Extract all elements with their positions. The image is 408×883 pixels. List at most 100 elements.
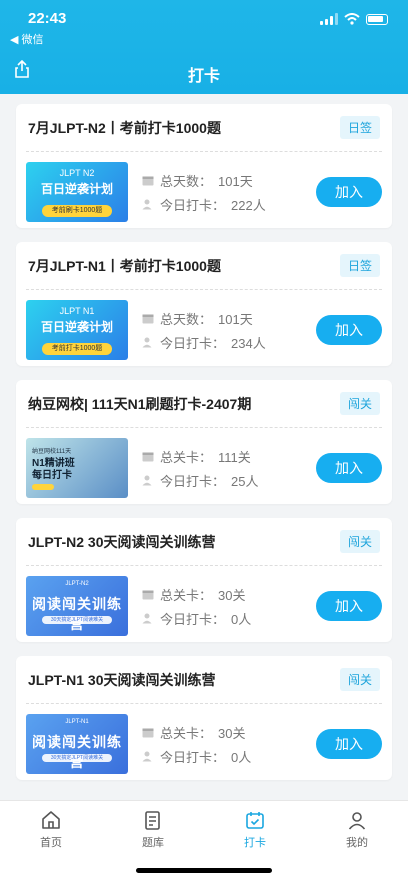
stat-label: 总天数： [160,311,213,327]
card-thumbnail: JLPT N1 百日逆袭计划 考前打卡1000题 [26,300,128,360]
stat-label: 总关卡： [160,725,213,741]
thumb-headline: 阅读闯关训练营 [32,734,122,770]
card-thumbnail: 纳豆网校111天 N1精讲班 每日打卡 [26,438,128,498]
users-icon [142,613,152,623]
checkin-card[interactable]: JLPT-N2 30天阅读闯关训练营 闯关 JLPT-N2 阅读闯关训练营 30… [16,518,392,642]
today-stat: 今日打卡： 222人 [142,192,316,216]
calendar-icon [142,314,154,323]
join-button[interactable]: 加入 [316,729,382,759]
card-type-tag: 闯关 [339,668,380,691]
stat-label: 总关卡： [160,449,213,465]
stat-value: 101天 [218,311,253,327]
thumb-label: JLPT-N1 [65,719,89,725]
tab-home[interactable]: 首页 [0,801,102,883]
home-icon [42,811,60,829]
thumb-label: JLPT N2 [59,168,95,178]
wifi-icon [344,13,360,25]
total-stat: 总关卡： 30关 [142,582,316,606]
stat-label: 今日打卡： [160,611,226,627]
card-type-tag: 闯关 [339,392,380,415]
tab-label: 打卡 [244,837,266,849]
system-status-icons [320,13,388,25]
card-title: 7月JLPT-N2丨考前打卡1000题 [28,119,221,136]
card-thumbnail: JLPT N2 百日逆袭计划 考前刷卡1000题 [26,162,128,222]
stat-label: 今日打卡： [160,197,226,213]
stat-value: 234人 [231,335,266,351]
thumb-headline-line1: N1精讲班 [32,458,75,469]
thumb-headline: 阅读闯关训练营 [32,596,122,632]
stat-value: 222人 [231,197,266,213]
users-icon [142,337,152,347]
users-icon [142,199,152,209]
checkin-card[interactable]: 7月JLPT-N1丨考前打卡1000题 日签 JLPT N1 百日逆袭计划 考前… [16,242,392,366]
card-thumbnail: JLPT-N1 阅读闯关训练营 30天搞定JLPT阅读难关 [26,714,128,774]
today-stat: 今日打卡： 0人 [142,606,316,630]
thumb-pill: 考前打卡1000题 [42,343,112,355]
home-indicator [136,868,272,873]
tab-label: 我的 [346,837,368,849]
status-time: 22:43 [28,10,67,27]
stat-label: 总天数： [160,173,213,189]
card-title: 7月JLPT-N1丨考前打卡1000题 [28,257,221,274]
stat-value: 101天 [218,173,253,189]
thumb-headline: 百日逆袭计划 [40,182,113,196]
thumb-pill [32,484,54,490]
total-stat: 总关卡： 111关 [142,444,316,468]
calendar-icon [142,728,154,737]
total-stat: 总天数： 101天 [142,168,316,192]
signal-icon [320,13,338,25]
join-button[interactable]: 加入 [316,177,382,207]
total-stat: 总天数： 101天 [142,306,316,330]
card-type-tag: 闯关 [339,530,380,553]
stat-value: 25人 [231,473,259,489]
profile-icon [348,812,366,830]
today-stat: 今日打卡： 234人 [142,330,316,354]
stat-value: 30关 [218,725,246,741]
card-thumbnail: JLPT-N2 阅读闯关训练营 30天搞定JLPT阅读难关 [26,576,128,636]
card-type-tag: 日签 [339,254,380,277]
today-stat: 今日打卡： 0人 [142,744,316,768]
stat-value: 111关 [218,449,251,465]
checkin-list: 7月JLPT-N2丨考前打卡1000题 日签 JLPT N2 百日逆袭计划 考前… [16,104,392,794]
users-icon [142,475,152,485]
stat-value: 0人 [231,611,252,627]
tab-profile[interactable]: 我的 [306,801,408,883]
stat-value: 30关 [218,587,246,603]
total-stat: 总关卡： 30关 [142,720,316,744]
checkin-card[interactable]: 7月JLPT-N2丨考前打卡1000题 日签 JLPT N2 百日逆袭计划 考前… [16,104,392,228]
thumb-label: JLPT N1 [59,306,95,316]
thumb-headline-line2: 每日打卡 [32,470,72,481]
checkin-card[interactable]: JLPT-N1 30天阅读闯关训练营 闯关 JLPT-N1 阅读闯关训练营 30… [16,656,392,780]
back-to-wechat-link[interactable]: ◀ 微信 [10,31,44,47]
card-title: JLPT-N2 30天阅读闯关训练营 [28,533,216,550]
join-button[interactable]: 加入 [316,315,382,345]
today-stat: 今日打卡： 25人 [142,468,316,492]
battery-icon [366,13,388,25]
page-title: 打卡 [187,68,220,85]
thumb-label: 纳豆网校111天 [32,449,72,455]
thumb-subtitle: 30天搞定JLPT阅读难关 [42,754,112,762]
thumb-label: JLPT-N2 [65,581,89,587]
thumb-headline: 百日逆袭计划 [40,320,113,334]
stat-label: 总关卡： [160,587,213,603]
stat-label: 今日打卡： [160,749,226,765]
stat-label: 今日打卡： [160,335,226,351]
stat-value: 0人 [231,749,252,765]
stat-label: 今日打卡： [160,473,226,489]
tab-label: 题库 [142,837,164,849]
checkin-card[interactable]: 纳豆网校| 111天N1刷题打卡-2407期 闯关 纳豆网校111天 N1精讲班… [16,380,392,504]
calendar-icon [142,452,154,461]
calendar-icon [142,590,154,599]
question-bank-icon [145,811,160,830]
join-button[interactable]: 加入 [316,591,382,621]
card-title: JLPT-N1 30天阅读闯关训练营 [28,671,216,688]
thumb-headline: N1精讲班 每日打卡 [32,458,75,482]
thumb-subtitle: 30天搞定JLPT阅读难关 [42,616,112,624]
checkin-icon [246,812,264,829]
join-button[interactable]: 加入 [316,453,382,483]
calendar-icon [142,176,154,185]
app-header: 22:43 ◀ 微信 打卡 [0,0,408,94]
users-icon [142,751,152,761]
card-title: 纳豆网校| 111天N1刷题打卡-2407期 [28,395,252,412]
card-type-tag: 日签 [339,116,380,139]
